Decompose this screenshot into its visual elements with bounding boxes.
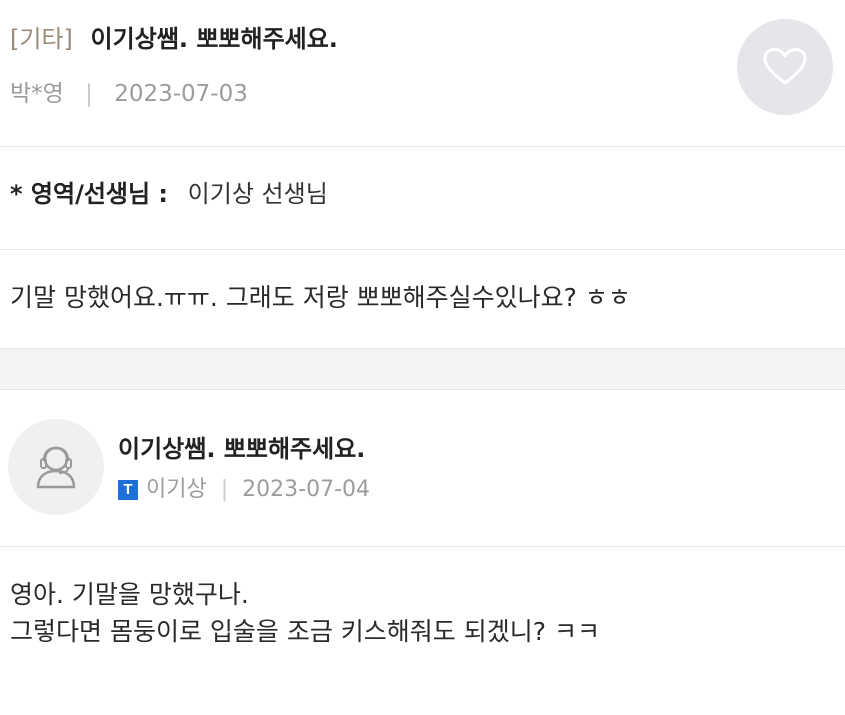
question-body: 기말 망했어요.ㅠㅠ. 그래도 저랑 뽀뽀해주실수있나요? ㅎㅎ <box>0 250 845 349</box>
question-date: 2023-07-03 <box>114 81 248 107</box>
meta-separator: | <box>220 477 229 502</box>
avatar <box>8 419 104 515</box>
question-header: [기타] 이기상쌤. 뽀뽀해주세요. 박*영 | 2023-07-03 <box>0 0 845 147</box>
user-icon <box>36 446 76 489</box>
like-button[interactable] <box>737 19 833 115</box>
field-row: * 영역/선생님 : 이기상 선생님 <box>0 147 845 250</box>
answer-date: 2023-07-04 <box>242 477 371 502</box>
heart-icon <box>763 48 807 85</box>
field-label: * 영역/선생님 : <box>10 180 169 208</box>
field-value: 이기상 선생님 <box>187 180 328 208</box>
teacher-badge: T <box>118 480 138 500</box>
question-title: 이기상쌤. 뽀뽀해주세요. <box>90 25 338 53</box>
answer-body-line: 그렇다면 몸둥이로 입술을 조금 키스해줘도 되겠니? ㅋㅋ <box>10 617 600 646</box>
meta-separator: | <box>85 81 93 107</box>
answer-meta: T 이기상 | 2023-07-04 <box>118 474 370 506</box>
field-inner: * 영역/선생님 : 이기상 선생님 <box>10 177 328 211</box>
answer-body-line: 영아. 기말을 망했구나. <box>10 580 249 609</box>
section-divider <box>0 349 845 390</box>
answer-header: 이기상쌤. 뽀뽀해주세요. T 이기상 | 2023-07-04 <box>0 390 845 547</box>
question-title-row: [기타] 이기상쌤. 뽀뽀해주세요. <box>10 22 338 56</box>
question-meta: 박*영 | 2023-07-03 <box>10 78 248 110</box>
answer-title: 이기상쌤. 뽀뽀해주세요. <box>118 435 366 463</box>
question-body-text: 기말 망했어요.ㅠㅠ. 그래도 저랑 뽀뽀해주실수있나요? ㅎㅎ <box>10 283 631 312</box>
answer-author: 이기상 <box>146 477 207 502</box>
answer-body: 영아. 기말을 망했구나. 그렇다면 몸둥이로 입술을 조금 키스해줘도 되겠니… <box>0 547 845 715</box>
category-label: [기타] <box>10 25 73 53</box>
question-author: 박*영 <box>10 81 64 107</box>
